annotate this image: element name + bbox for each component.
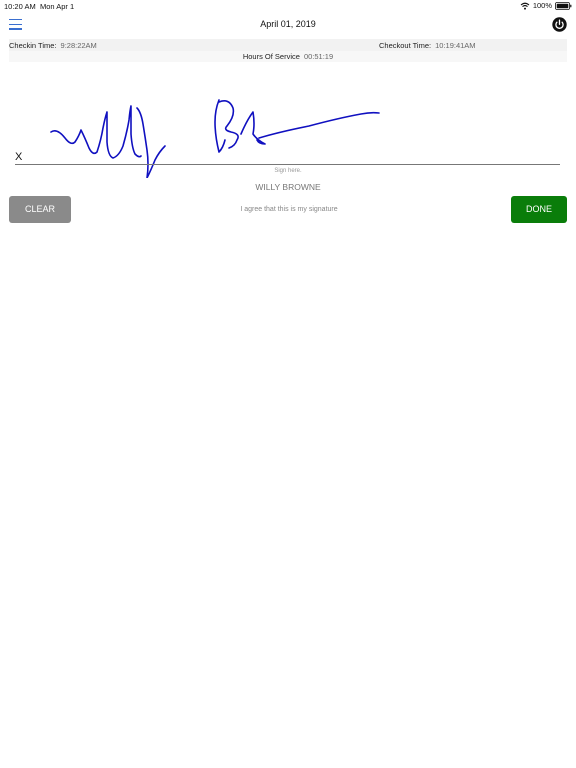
done-button[interactable]: DONE (511, 196, 567, 223)
checkout-label: Checkout Time: (379, 41, 432, 50)
agreement-text: I agree that this is my signature (240, 206, 338, 213)
status-indicators: 100% (520, 1, 572, 10)
checkout-value: 10:19:41AM (435, 41, 476, 50)
battery-percent: 100% (532, 1, 552, 10)
signature-stroke (50, 99, 380, 178)
battery-icon (555, 1, 572, 10)
status-time: 10:20 AM (4, 2, 36, 11)
checkin-time: Checkin Time: 9:28:22AM (9, 41, 97, 50)
page-title: April 01, 2019 (260, 19, 316, 29)
hours-label: Hours Of Service (242, 52, 300, 61)
status-bar: 10:20 AM Mon Apr 1 100% (0, 0, 576, 12)
signer-name: WILLY BROWNE (255, 182, 321, 192)
sign-here-hint: Sign here. (274, 168, 302, 174)
status-date: Mon Apr 1 (40, 2, 75, 11)
checkout-time: Checkout Time: 10:19:41AM (379, 41, 476, 50)
wifi-icon (520, 2, 530, 10)
checkin-label: Checkin Time: (9, 41, 57, 50)
checkin-value: 9:28:22AM (60, 41, 97, 50)
signature-line (15, 164, 560, 165)
hours-value: 00:51:19 (303, 52, 334, 61)
times-row: Checkin Time: 9:28:22AM Checkout Time: 10:… (9, 39, 567, 51)
hours-of-service-row: Hours Of Service 00:51:19 (9, 51, 567, 62)
signature-pad[interactable]: X Sign here. (9, 68, 567, 178)
power-icon[interactable] (552, 17, 567, 32)
signature-x-mark: X (15, 151, 23, 163)
nav-bar: April 01, 2019 (0, 12, 576, 38)
